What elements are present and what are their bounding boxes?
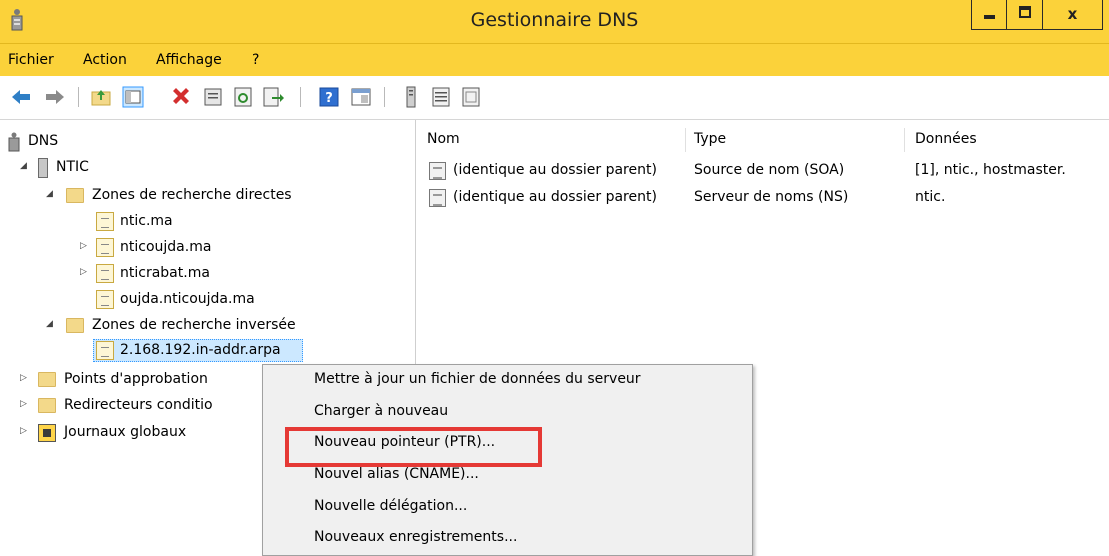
close-icon: x xyxy=(1067,5,1078,23)
menu-item-update-server-file[interactable]: Mettre à jour un fichier de données du s… xyxy=(314,371,641,387)
row-data: ntic. xyxy=(915,189,946,205)
expanded-arrow-icon[interactable]: ◢ xyxy=(20,161,27,171)
menu-item-new-records[interactable]: Nouveaux enregistrements... xyxy=(314,529,517,545)
menu-bar: Fichier Action Affichage ? xyxy=(0,43,1109,76)
tree-item-zone[interactable]: oujda.nticoujda.ma xyxy=(96,290,336,310)
folder-icon xyxy=(38,398,56,413)
maximize-icon xyxy=(1019,6,1031,18)
tree-label: ntic.ma xyxy=(120,213,173,229)
window-title: Gestionnaire DNS xyxy=(470,9,639,31)
collapsed-arrow-icon[interactable]: ▷ xyxy=(20,373,27,383)
forward-arrow-icon[interactable] xyxy=(44,86,66,108)
close-button[interactable]: x xyxy=(1042,0,1103,30)
tree-item-reverse-zones[interactable]: ◢ Zones de recherche inversée xyxy=(46,316,366,336)
zone-icon xyxy=(96,290,114,309)
tree-item-global-logs[interactable]: ▷ Journaux globaux xyxy=(20,423,270,443)
annotation-highlight-box xyxy=(285,427,542,467)
tree-item-zone[interactable]: ▷ nticrabat.ma xyxy=(80,264,320,284)
tree-item-ntic[interactable]: ◢ NTIC xyxy=(20,158,220,178)
folder-icon xyxy=(38,372,56,387)
export-list-icon[interactable] xyxy=(262,86,284,108)
tree-label: DNS xyxy=(28,133,59,149)
record-icon[interactable] xyxy=(460,86,482,108)
toolbar-separator xyxy=(384,87,385,107)
column-header-data[interactable]: Données xyxy=(915,131,977,147)
toolbar-separator xyxy=(300,87,301,107)
menu-item-reload[interactable]: Charger à nouveau xyxy=(314,403,448,419)
minimize-icon xyxy=(984,15,995,19)
collapsed-arrow-icon[interactable]: ▷ xyxy=(80,241,87,251)
tree-label: Journaux globaux xyxy=(64,424,187,440)
row-name: (identique au dossier parent) xyxy=(453,162,657,178)
tree-item-dns[interactable]: DNS xyxy=(6,132,206,152)
tree-item-zone[interactable]: ntic.ma xyxy=(96,212,316,232)
tree-item-forwarders[interactable]: ▷ Redirecteurs conditio xyxy=(20,396,270,416)
folder-icon xyxy=(66,188,84,203)
row-name: (identique au dossier parent) xyxy=(453,189,657,205)
show-hide-tree-icon[interactable] xyxy=(122,86,144,108)
menu-item-new-cname[interactable]: Nouvel alias (CNAME)... xyxy=(314,466,479,482)
maximize-button[interactable] xyxy=(1006,0,1043,30)
tree-label: oujda.nticoujda.ma xyxy=(120,291,255,307)
column-header-name[interactable]: Nom xyxy=(427,131,460,147)
zone-icon xyxy=(96,264,114,283)
column-divider[interactable] xyxy=(685,128,686,152)
column-divider[interactable] xyxy=(904,128,905,152)
tree-label: Points d'approbation xyxy=(64,371,208,387)
record-icon xyxy=(429,162,446,180)
console-icon[interactable] xyxy=(350,86,372,108)
record-icon xyxy=(429,189,446,207)
tree-label: Redirecteurs conditio xyxy=(64,397,213,413)
tree-item-forward-zones[interactable]: ◢ Zones de recherche directes xyxy=(46,186,366,206)
back-arrow-icon[interactable] xyxy=(10,86,32,108)
server-icon xyxy=(38,158,48,178)
help-icon[interactable]: ? xyxy=(318,86,340,108)
menu-fichier[interactable]: Fichier xyxy=(8,52,54,68)
menu-action[interactable]: Action xyxy=(83,52,127,68)
zone-icon xyxy=(96,212,114,231)
tree-label: Zones de recherche inversée xyxy=(92,317,296,333)
menu-help[interactable]: ? xyxy=(252,52,259,68)
collapsed-arrow-icon[interactable]: ▷ xyxy=(20,399,27,409)
menu-affichage[interactable]: Affichage xyxy=(156,52,222,68)
tree-item-trust-points[interactable]: ▷ Points d'approbation xyxy=(20,370,270,390)
event-log-icon xyxy=(38,424,56,442)
zone-icon xyxy=(96,341,114,360)
title-bar: Gestionnaire DNS x xyxy=(0,0,1109,43)
tree-item-reverse-zone[interactable]: 2.168.192.in-addr.arpa xyxy=(96,341,306,361)
toolbar-separator xyxy=(78,87,79,107)
toolbar: ? xyxy=(0,76,1109,120)
row-type: Serveur de noms (NS) xyxy=(694,189,849,205)
properties-icon[interactable] xyxy=(202,86,224,108)
tree-label: 2.168.192.in-addr.arpa xyxy=(120,342,281,358)
folder-icon xyxy=(66,318,84,333)
tree-label: nticrabat.ma xyxy=(120,265,210,281)
collapsed-arrow-icon[interactable]: ▷ xyxy=(20,426,27,436)
row-data: [1], ntic., hostmaster. xyxy=(915,162,1066,178)
refresh-icon[interactable] xyxy=(232,86,254,108)
delete-icon[interactable] xyxy=(170,86,192,108)
list-icon[interactable] xyxy=(430,86,452,108)
column-header-type[interactable]: Type xyxy=(694,131,726,147)
svg-text:?: ? xyxy=(325,91,333,106)
expanded-arrow-icon[interactable]: ◢ xyxy=(46,319,53,329)
tree-item-zone[interactable]: ▷ nticoujda.ma xyxy=(80,238,320,258)
row-type: Source de nom (SOA) xyxy=(694,162,845,178)
menu-item-new-delegation[interactable]: Nouvelle délégation... xyxy=(314,498,467,514)
server-icon[interactable] xyxy=(400,86,422,108)
tree-label: nticoujda.ma xyxy=(120,239,212,255)
minimize-button[interactable] xyxy=(971,0,1007,30)
zone-icon xyxy=(96,238,114,257)
tree-label: NTIC xyxy=(56,159,89,175)
expanded-arrow-icon[interactable]: ◢ xyxy=(46,189,53,199)
dns-icon xyxy=(8,132,20,152)
tree-label: Zones de recherche directes xyxy=(92,187,292,203)
collapsed-arrow-icon[interactable]: ▷ xyxy=(80,267,87,277)
up-folder-icon[interactable] xyxy=(90,86,112,108)
